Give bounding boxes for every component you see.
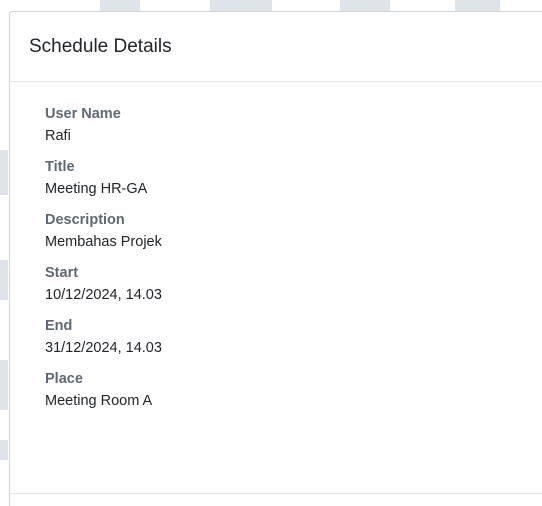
field-start: Start 10/12/2024, 14.03	[45, 264, 542, 308]
schedule-details-modal: Schedule Details User Name Rafi Title Me…	[9, 11, 542, 506]
page: Schedule Details User Name Rafi Title Me…	[0, 0, 542, 506]
field-label: Title	[45, 159, 75, 175]
field-value: Rafi	[45, 128, 71, 144]
field-place: Place Meeting Room A	[45, 370, 542, 414]
field-user-name: User Name Rafi	[45, 105, 542, 149]
field-value: 10/12/2024, 14.03	[45, 287, 162, 303]
field-end: End 31/12/2024, 14.03	[45, 317, 542, 361]
modal-header: Schedule Details	[10, 12, 542, 82]
field-title: Title Meeting HR-GA	[45, 158, 542, 202]
field-label: End	[45, 318, 73, 334]
field-value: Meeting Room A	[45, 393, 153, 409]
field-label: Description	[45, 212, 125, 228]
field-label: Place	[45, 371, 83, 387]
field-value: 31/12/2024, 14.03	[45, 340, 162, 356]
field-value: Meeting HR-GA	[45, 181, 148, 197]
field-value: Membahas Projek	[45, 234, 162, 250]
field-label: Start	[45, 265, 79, 281]
field-label: User Name	[45, 106, 121, 122]
modal-title: Schedule Details	[29, 35, 172, 57]
modal-body: User Name Rafi Title Meeting HR-GA Descr…	[10, 82, 542, 494]
field-description: Description Membahas Projek	[45, 211, 542, 255]
